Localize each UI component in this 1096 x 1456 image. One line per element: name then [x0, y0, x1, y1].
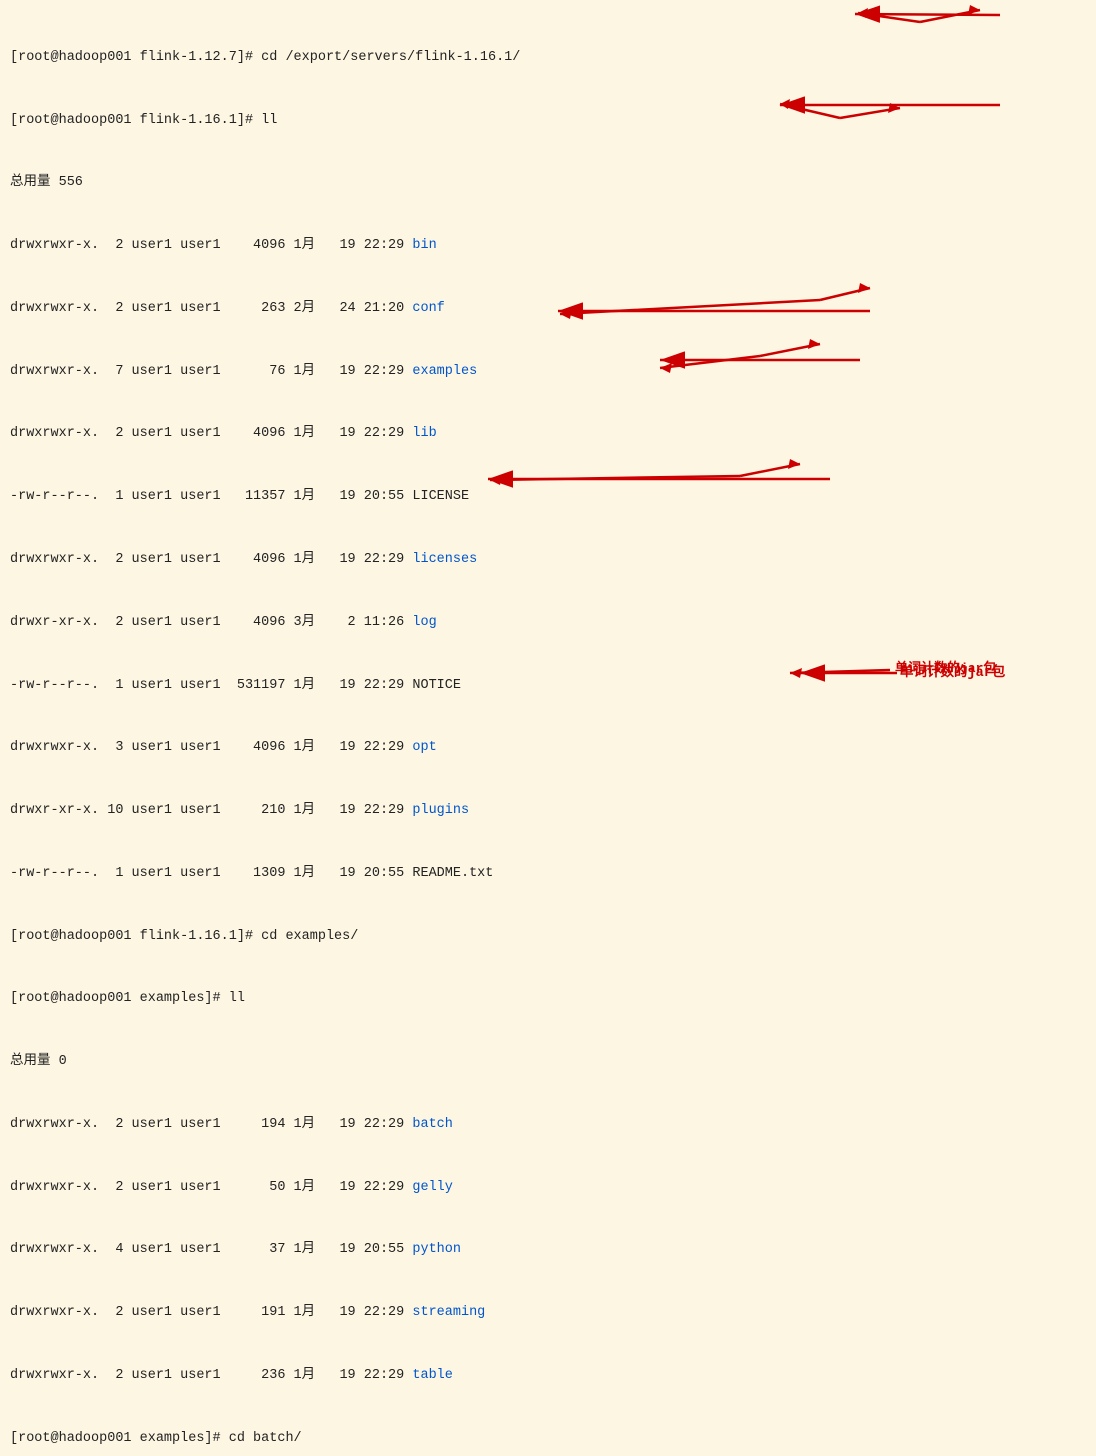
line-lib: drwxrwxr-x. 2 user1 user1 4096 1月 19 22:…	[10, 424, 1086, 445]
line-total-2: 总用量 0	[10, 1052, 1086, 1073]
line-1: [root@hadoop001 flink-1.12.7]# cd /expor…	[10, 48, 1086, 69]
annotation-label: 单词计数的jar包	[900, 660, 1005, 681]
line-licenses: drwxrwxr-x. 2 user1 user1 4096 1月 19 22:…	[10, 550, 1086, 571]
line-batch: drwxrwxr-x. 2 user1 user1 194 1月 19 22:2…	[10, 1115, 1086, 1136]
line-cd-batch: [root@hadoop001 examples]# cd batch/	[10, 1429, 1086, 1450]
line-cd-examples: [root@hadoop001 flink-1.16.1]# cd exampl…	[10, 927, 1086, 948]
line-python: drwxrwxr-x. 4 user1 user1 37 1月 19 20:55…	[10, 1240, 1086, 1261]
line-log: drwxr-xr-x. 2 user1 user1 4096 3月 2 11:2…	[10, 613, 1086, 634]
line-license: -rw-r--r--. 1 user1 user1 11357 1月 19 20…	[10, 487, 1086, 508]
line-total-1: 总用量 556	[10, 173, 1086, 194]
line-streaming: drwxrwxr-x. 2 user1 user1 191 1月 19 22:2…	[10, 1303, 1086, 1324]
line-plugins: drwxr-xr-x. 10 user1 user1 210 1月 19 22:…	[10, 801, 1086, 822]
line-gelly: drwxrwxr-x. 2 user1 user1 50 1月 19 22:29…	[10, 1178, 1086, 1199]
line-table: drwxrwxr-x. 2 user1 user1 236 1月 19 22:2…	[10, 1366, 1086, 1387]
terminal: [root@hadoop001 flink-1.12.7]# cd /expor…	[0, 0, 1096, 1456]
line-opt: drwxrwxr-x. 3 user1 user1 4096 1月 19 22:…	[10, 738, 1086, 759]
line-ll-examples: [root@hadoop001 examples]# ll	[10, 989, 1086, 1010]
line-bin: drwxrwxr-x. 2 user1 user1 4096 1月 19 22:…	[10, 236, 1086, 257]
line-conf: drwxrwxr-x. 2 user1 user1 263 2月 24 21:2…	[10, 299, 1086, 320]
line-examples: drwxrwxr-x. 7 user1 user1 76 1月 19 22:29…	[10, 362, 1086, 383]
line-readme: -rw-r--r--. 1 user1 user1 1309 1月 19 20:…	[10, 864, 1086, 885]
line-2: [root@hadoop001 flink-1.16.1]# ll	[10, 111, 1086, 132]
